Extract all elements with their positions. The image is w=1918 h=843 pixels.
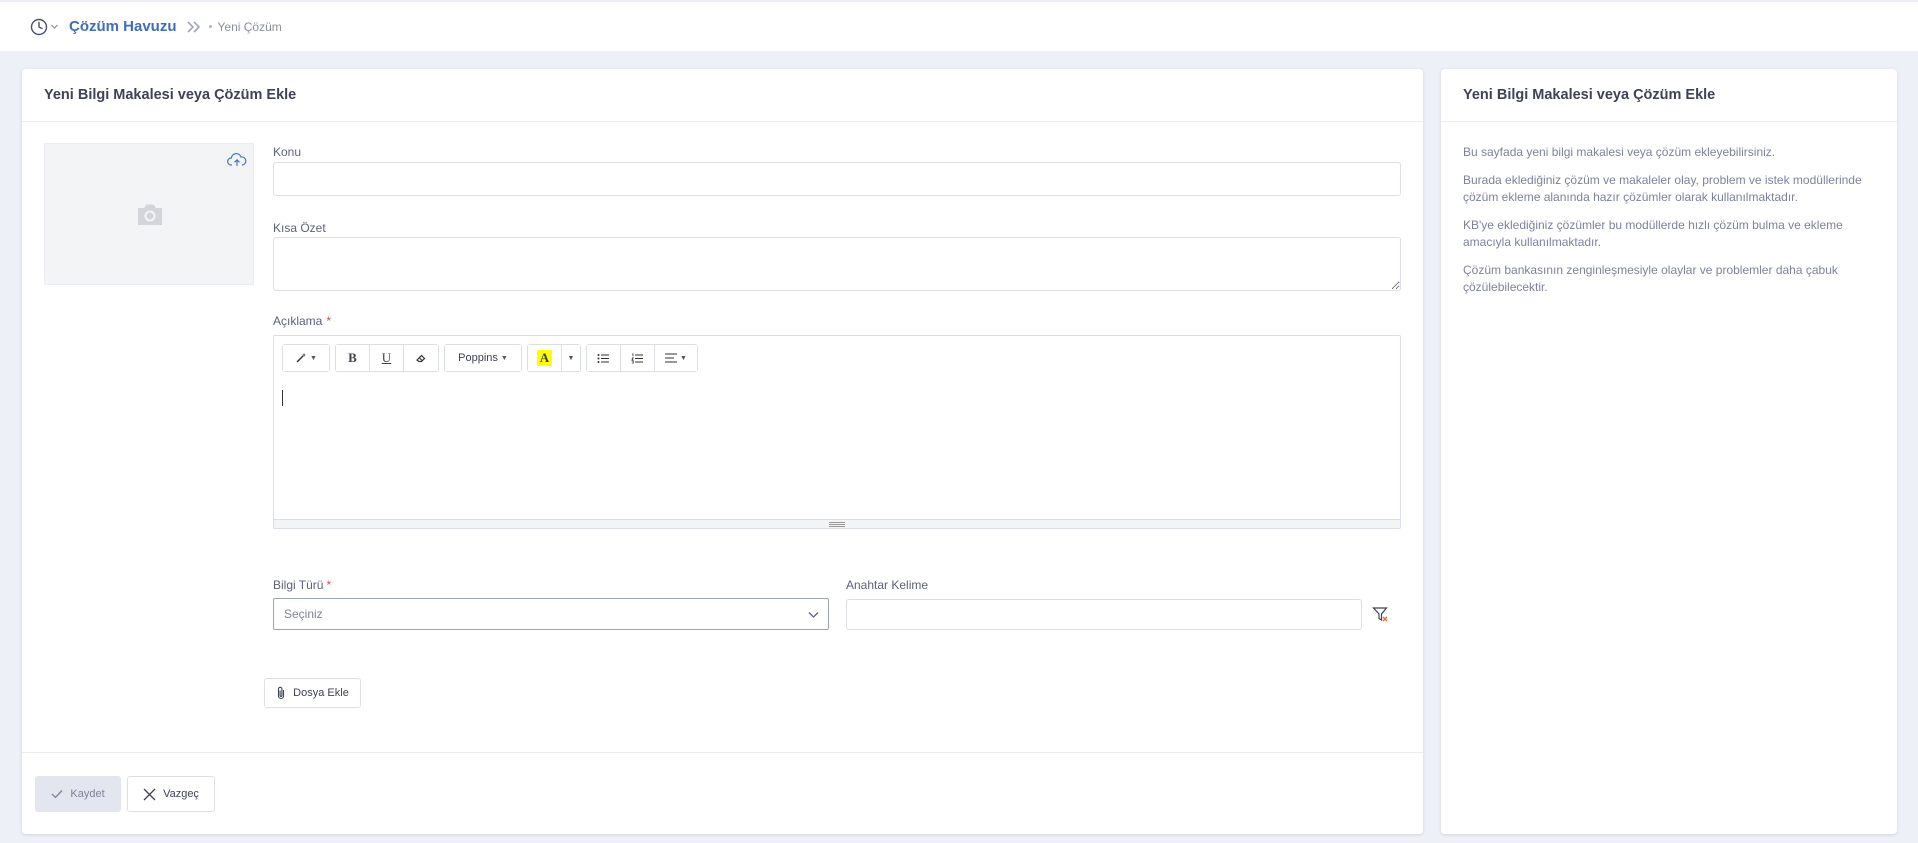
chevron-down-icon bbox=[51, 24, 58, 29]
summary-textarea[interactable] bbox=[273, 237, 1401, 291]
list-group: ▼ bbox=[586, 344, 698, 372]
font-family-dropdown[interactable]: Poppins ▼ bbox=[445, 345, 521, 371]
cancel-label: Vazgeç bbox=[163, 788, 199, 800]
bullet-list-icon bbox=[597, 353, 609, 363]
font-family-label: Poppins bbox=[458, 352, 498, 364]
unordered-list-button[interactable] bbox=[587, 345, 621, 371]
attach-file-button[interactable]: Dosya Ekle bbox=[264, 678, 361, 708]
highlight-color-icon: A bbox=[536, 350, 553, 366]
check-icon bbox=[51, 790, 63, 799]
subject-input[interactable] bbox=[273, 162, 1401, 196]
type-select[interactable]: Seçiniz bbox=[273, 598, 829, 630]
paperclip-icon bbox=[278, 686, 285, 700]
info-paragraph: Bu sayfada yeni bilgi makalesi veya çözü… bbox=[1463, 145, 1776, 159]
cancel-button[interactable]: Vazgeç bbox=[127, 776, 215, 812]
underline-button[interactable]: U bbox=[370, 345, 404, 371]
align-icon bbox=[665, 353, 678, 363]
solution-form-card: Yeni Bilgi Makalesi veya Çözüm Ekle Konu… bbox=[22, 69, 1423, 834]
keyword-label: Anahtar Kelime bbox=[846, 578, 929, 592]
top-bar: Çözüm Havuzu Yeni Çözüm bbox=[0, 0, 1918, 51]
breadcrumb-current: Yeni Çözüm bbox=[217, 19, 282, 34]
format-group: B U bbox=[335, 344, 439, 372]
paragraph-align-dropdown[interactable]: ▼ bbox=[655, 345, 697, 371]
type-select-value: Seçiniz bbox=[284, 607, 323, 621]
caret-down-icon: ▼ bbox=[310, 354, 317, 362]
caret-down-icon: ▼ bbox=[567, 354, 575, 362]
ordered-list-button[interactable] bbox=[621, 345, 655, 371]
save-label: Kaydet bbox=[70, 788, 105, 800]
camera-icon bbox=[138, 204, 162, 225]
summary-label: Kısa Özet bbox=[273, 221, 326, 235]
clock-icon bbox=[30, 18, 48, 35]
caret-down-icon: ▼ bbox=[500, 354, 508, 362]
filter-clear-icon[interactable] bbox=[1372, 606, 1389, 623]
editor-toolbar: ▼ B U Poppins ▼ A ▼ ▼ bbox=[282, 344, 698, 372]
info-paragraph: Çözüm bankasının zenginleşmesiyle olayla… bbox=[1463, 263, 1838, 294]
grip-icon bbox=[829, 521, 845, 527]
font-group: Poppins ▼ bbox=[444, 344, 522, 372]
subject-label: Konu bbox=[273, 145, 302, 159]
info-paragraph: KB'ye eklediğiniz çözümler bu modüllerde… bbox=[1463, 218, 1843, 249]
style-group: ▼ bbox=[282, 344, 330, 372]
attach-file-label: Dosya Ekle bbox=[293, 687, 349, 699]
rich-text-editor: ▼ B U Poppins ▼ A ▼ ▼ bbox=[273, 335, 1401, 529]
editor-resize-handle[interactable] bbox=[274, 519, 1400, 528]
numbered-list-icon bbox=[631, 353, 643, 363]
form-card-title: Yeni Bilgi Makalesi veya Çözüm Ekle bbox=[22, 69, 1423, 122]
clear-format-button[interactable] bbox=[404, 345, 438, 371]
history-dropdown[interactable] bbox=[30, 18, 59, 36]
footer-divider bbox=[22, 752, 1423, 753]
info-paragraph: Burada eklediğiniz çözüm ve makaleler ol… bbox=[1463, 173, 1862, 204]
cloud-upload-icon[interactable] bbox=[227, 152, 247, 168]
required-mark: * bbox=[326, 578, 332, 592]
highlight-color-button[interactable]: A bbox=[528, 345, 562, 371]
bold-button[interactable]: B bbox=[336, 345, 370, 371]
eraser-icon bbox=[416, 354, 426, 363]
close-icon bbox=[143, 788, 156, 800]
editor-content-area[interactable] bbox=[282, 390, 1390, 510]
color-group: A ▼ bbox=[527, 344, 581, 372]
magic-style-button[interactable]: ▼ bbox=[283, 345, 329, 371]
info-card: Yeni Bilgi Makalesi veya Çözüm Ekle Bu s… bbox=[1441, 69, 1897, 834]
breadcrumb-dot bbox=[208, 25, 212, 28]
magic-wand-icon bbox=[296, 353, 307, 363]
chevron-down-icon bbox=[808, 612, 819, 618]
double-chevron-icon bbox=[186, 20, 201, 33]
text-cursor bbox=[282, 390, 283, 406]
color-picker-dropdown[interactable]: ▼ bbox=[562, 345, 580, 371]
caret-down-icon: ▼ bbox=[680, 354, 687, 362]
description-label: Açıklama * bbox=[273, 314, 332, 328]
image-upload-area[interactable] bbox=[44, 143, 254, 285]
breadcrumb-root[interactable]: Çözüm Havuzu bbox=[69, 18, 177, 35]
save-button[interactable]: Kaydet bbox=[35, 776, 121, 812]
type-label: Bilgi Türü * bbox=[273, 578, 332, 592]
keyword-input[interactable] bbox=[846, 599, 1362, 630]
info-card-body: Bu sayfada yeni bilgi makalesi veya çözü… bbox=[1441, 122, 1897, 329]
info-card-title: Yeni Bilgi Makalesi veya Çözüm Ekle bbox=[1441, 69, 1897, 122]
required-mark: * bbox=[326, 314, 332, 328]
